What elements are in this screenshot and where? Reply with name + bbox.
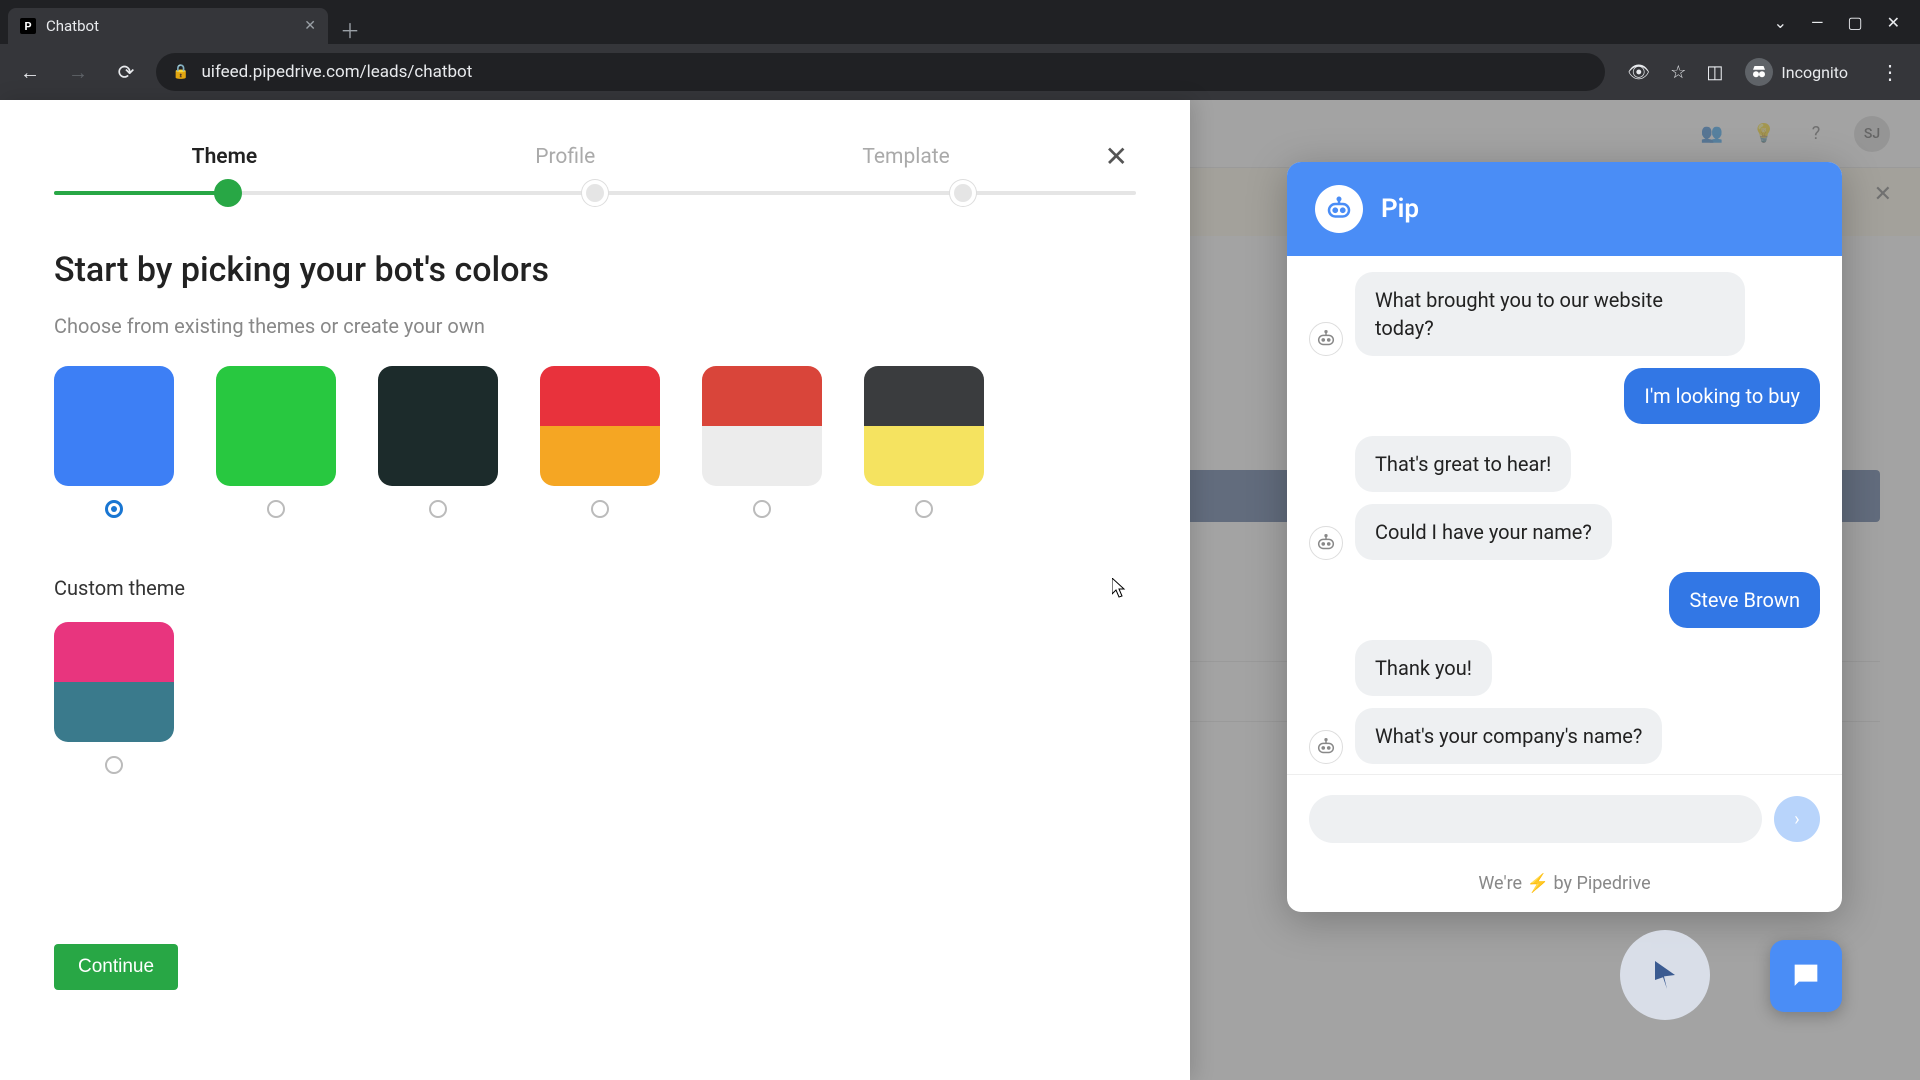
close-panel-icon[interactable]: ✕ xyxy=(1097,140,1136,173)
close-window-icon[interactable]: ✕ xyxy=(1887,13,1900,32)
incognito-icon xyxy=(1745,58,1773,86)
preset-theme-option-2[interactable] xyxy=(378,366,498,518)
theme-radio[interactable] xyxy=(105,756,123,774)
theme-radio[interactable] xyxy=(753,500,771,518)
bot-avatar-icon xyxy=(1315,185,1363,233)
chat-message-row: What's your company's name? xyxy=(1309,708,1820,764)
new-tab-button[interactable]: ＋ xyxy=(328,15,372,44)
panel-icon[interactable]: ◫ xyxy=(1706,62,1723,83)
user-message: I'm looking to buy xyxy=(1624,368,1820,424)
preset-theme-option-1[interactable] xyxy=(216,366,336,518)
bot-message: Thank you! xyxy=(1355,640,1492,696)
chat-message-row: Steve Brown xyxy=(1309,572,1820,628)
browser-tab-strip: P Chatbot ✕ ＋ ⌄ — ▢ ✕ xyxy=(0,0,1920,44)
theme-radio[interactable] xyxy=(429,500,447,518)
bolt-icon: ⚡ xyxy=(1527,873,1549,894)
stepper-dot-active xyxy=(214,179,242,207)
theme-radio[interactable] xyxy=(915,500,933,518)
continue-button[interactable]: Continue xyxy=(54,944,178,990)
chat-message-row: I'm looking to buy xyxy=(1309,368,1820,424)
bot-avatar-icon xyxy=(1309,526,1343,560)
tab-favicon: P xyxy=(20,18,36,34)
pointer-indicator xyxy=(1620,930,1710,1020)
bot-avatar-icon xyxy=(1309,322,1343,356)
dropdown-icon[interactable]: ⌄ xyxy=(1774,13,1787,32)
close-tab-icon[interactable]: ✕ xyxy=(304,18,316,34)
preset-theme-option-5[interactable] xyxy=(864,366,984,518)
chatbot-preview: Pip What brought you to our website toda… xyxy=(1287,162,1842,912)
bot-message: Could I have your name? xyxy=(1355,504,1612,560)
theme-options xyxy=(54,366,1136,518)
address-bar[interactable]: 🔒 uifeed.pipedrive.com/leads/chatbot xyxy=(156,53,1605,91)
window-controls: ⌄ — ▢ ✕ xyxy=(1774,0,1920,44)
minimize-icon[interactable]: — xyxy=(1811,13,1824,32)
custom-theme-label: Custom theme xyxy=(54,576,1136,600)
star-icon[interactable]: ☆ xyxy=(1670,62,1686,83)
stepper-dot xyxy=(582,180,608,206)
chatbot-setup-panel: Theme Profile Template ✕ Start by pickin… xyxy=(0,100,1190,1080)
chat-send-button[interactable]: › xyxy=(1774,796,1820,842)
bot-message: What's your company's name? xyxy=(1355,708,1662,764)
bot-avatar-icon xyxy=(1309,730,1343,764)
stepper-dot xyxy=(950,180,976,206)
user-message: Steve Brown xyxy=(1669,572,1820,628)
stepper-progress xyxy=(54,191,1136,195)
chat-launcher-button[interactable] xyxy=(1770,940,1842,1012)
stepper-step-template[interactable]: Template xyxy=(736,145,1077,169)
panel-title: Start by picking your bot's colors xyxy=(54,250,1136,290)
chat-text-input[interactable] xyxy=(1309,795,1762,843)
browser-toolbar: ← → ⟳ 🔒 uifeed.pipedrive.com/leads/chatb… xyxy=(0,44,1920,100)
incognito-label: Incognito xyxy=(1781,63,1848,82)
eye-off-icon[interactable]: 👁 xyxy=(1627,62,1650,83)
theme-radio[interactable] xyxy=(267,500,285,518)
browser-tab[interactable]: P Chatbot ✕ xyxy=(8,8,328,44)
chat-message-row: That's great to hear! xyxy=(1309,436,1820,492)
theme-radio[interactable] xyxy=(591,500,609,518)
chat-message-row: Could I have your name? xyxy=(1309,504,1820,560)
chat-messages: What brought you to our website today? I'… xyxy=(1287,256,1842,774)
preset-theme-option-4[interactable] xyxy=(702,366,822,518)
maximize-icon[interactable]: ▢ xyxy=(1847,13,1862,32)
chat-message-row: Thank you! xyxy=(1309,640,1820,696)
forward-button[interactable]: → xyxy=(60,54,96,90)
incognito-badge[interactable]: Incognito xyxy=(1745,58,1860,86)
reload-button[interactable]: ⟳ xyxy=(108,54,144,90)
bot-message: That's great to hear! xyxy=(1355,436,1571,492)
back-button[interactable]: ← xyxy=(12,54,48,90)
chat-bot-name: Pip xyxy=(1381,194,1419,224)
chat-header: Pip xyxy=(1287,162,1842,256)
lock-icon: 🔒 xyxy=(172,64,189,80)
panel-subtitle: Choose from existing themes or create yo… xyxy=(54,314,1136,338)
chat-footer: We're ⚡ by Pipedrive xyxy=(1287,863,1842,912)
chat-message-row: What brought you to our website today? xyxy=(1309,272,1820,356)
tab-title: Chatbot xyxy=(46,17,294,35)
browser-menu-icon[interactable]: ⋮ xyxy=(1872,54,1908,90)
url-text: uifeed.pipedrive.com/leads/chatbot xyxy=(201,62,472,82)
chat-input-row: › xyxy=(1287,774,1842,863)
custom-theme-row xyxy=(54,622,1136,774)
theme-radio[interactable] xyxy=(105,500,123,518)
custom-theme-option-0[interactable] xyxy=(54,622,174,774)
preset-theme-option-0[interactable] xyxy=(54,366,174,518)
stepper-step-theme[interactable]: Theme xyxy=(54,145,395,169)
preset-theme-option-3[interactable] xyxy=(540,366,660,518)
stepper-step-profile[interactable]: Profile xyxy=(395,145,736,169)
bot-message: What brought you to our website today? xyxy=(1355,272,1745,356)
setup-stepper: Theme Profile Template ✕ xyxy=(54,140,1136,173)
